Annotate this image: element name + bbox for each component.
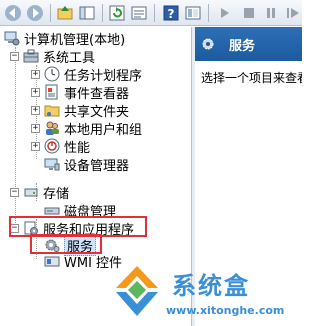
back-icon[interactable] (4, 4, 22, 22)
shared-folder-icon (44, 102, 60, 118)
expand-toggle[interactable]: + (31, 69, 40, 79)
toolbar: ? (0, 0, 302, 26)
help-icon[interactable]: ? (162, 4, 180, 22)
tree-item-device-manager[interactable]: 设备管理器 (44, 155, 130, 174)
details-header: 服务 (195, 27, 302, 61)
watermark-logo (116, 266, 158, 316)
forward-icon[interactable] (26, 4, 44, 22)
expand-toggle[interactable]: + (31, 87, 40, 97)
tree-item-root[interactable]: 计算机管理(本地) (4, 29, 126, 48)
performance-icon (44, 138, 60, 154)
expand-toggle[interactable]: + (31, 123, 40, 133)
properties-icon[interactable] (184, 4, 202, 22)
tree-label-task-scheduler: 任务计划程序 (64, 68, 143, 84)
pause-icon[interactable] (262, 4, 280, 22)
highlight-services (30, 234, 102, 254)
tree-label-shared-folders: 共享文件夹 (64, 104, 130, 120)
users-icon (44, 120, 60, 136)
tree-item-performance[interactable]: + 性能 (31, 137, 91, 156)
toolbox-icon (23, 48, 39, 64)
show-hide-tree-icon[interactable] (78, 4, 96, 22)
tree-item-system-tools[interactable]: − 系统工具 (10, 47, 96, 66)
computer-management-icon (4, 30, 20, 46)
tree-label-storage: 存储 (43, 186, 70, 202)
tree-label-root: 计算机管理(本地) (24, 32, 126, 48)
tree-label-event-viewer: 事件查看器 (64, 86, 130, 102)
watermark: 系统盒 www.xitonghe.com (108, 262, 298, 324)
svg-text:?: ? (168, 7, 175, 21)
gear-icon (201, 36, 217, 52)
event-viewer-icon (44, 84, 60, 100)
restart-icon[interactable] (284, 4, 302, 22)
collapse-toggle[interactable]: − (10, 187, 19, 197)
expand-toggle[interactable]: + (31, 105, 40, 115)
tree-label-performance: 性能 (64, 140, 91, 156)
collapse-toggle[interactable]: − (10, 51, 19, 61)
storage-icon (23, 184, 39, 200)
tree-item-local-users[interactable]: + 本地用户和组 (31, 119, 143, 138)
watermark-url: www.xitonghe.com (166, 304, 285, 317)
device-manager-icon (44, 156, 60, 172)
export-list-icon[interactable] (130, 4, 148, 22)
start-icon[interactable] (216, 4, 234, 22)
tree-label-local-users: 本地用户和组 (64, 122, 143, 138)
watermark-brand: 系统盒 (172, 272, 250, 300)
clock-icon (44, 66, 60, 82)
tree-item-shared-folders[interactable]: + 共享文件夹 (31, 101, 130, 120)
details-title: 服务 (229, 38, 256, 54)
details-description: 选择一个项目来查看 (201, 71, 302, 85)
expand-toggle[interactable]: + (31, 141, 40, 151)
tree-item-event-viewer[interactable]: + 事件查看器 (31, 83, 130, 102)
tree-label-system-tools: 系统工具 (43, 50, 96, 66)
stop-icon[interactable] (240, 4, 258, 22)
tree-item-task-scheduler[interactable]: + 任务计划程序 (31, 65, 143, 84)
tree-item-storage[interactable]: − 存储 (10, 183, 70, 202)
tree-label-device-manager: 设备管理器 (64, 158, 130, 174)
up-folder-icon[interactable] (56, 4, 74, 22)
wmi-icon (44, 253, 60, 269)
refresh-icon[interactable] (108, 4, 126, 22)
